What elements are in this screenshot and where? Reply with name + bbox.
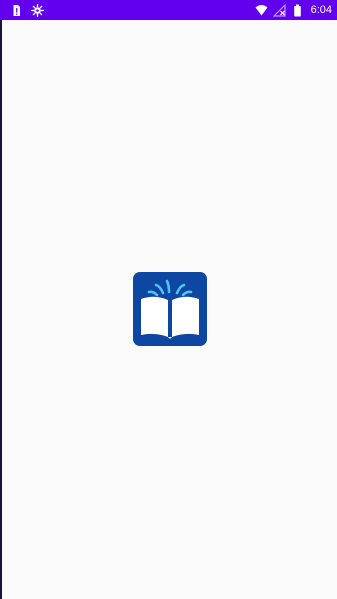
wifi-icon — [255, 4, 268, 17]
status-bar-left-icons — [10, 3, 44, 17]
status-time: 6:04 — [310, 4, 332, 16]
app-logo — [133, 272, 207, 346]
open-book-icon — [141, 279, 199, 339]
sim-card-alert-icon — [10, 4, 23, 17]
status-bar-right-icons: 6:04 — [255, 3, 332, 17]
no-signal-icon — [272, 3, 286, 17]
screen-left-edge — [0, 0, 2, 599]
battery-icon — [291, 4, 304, 17]
status-bar: 6:04 — [0, 0, 337, 20]
bug-icon — [31, 3, 44, 17]
splash-screen: 6:04 — [0, 0, 337, 599]
